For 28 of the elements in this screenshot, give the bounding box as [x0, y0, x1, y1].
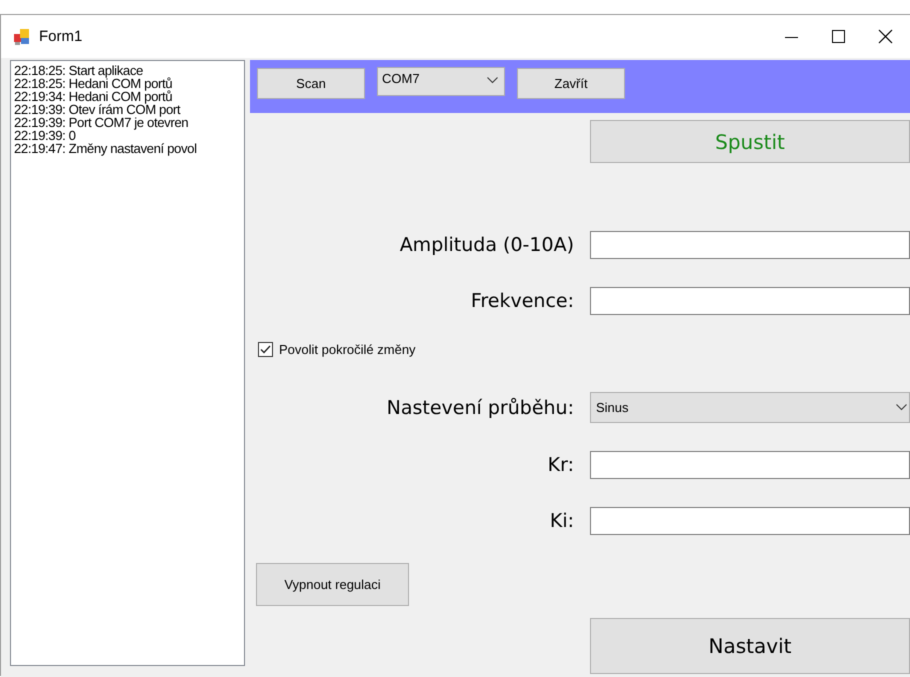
port-select[interactable]: COM7	[377, 67, 505, 96]
chevron-down-icon	[487, 77, 498, 84]
input-field[interactable]	[590, 287, 910, 315]
input-field[interactable]	[590, 231, 910, 259]
log-line: 22:19:39: Port COM7 je otevren	[14, 116, 190, 129]
checkbox[interactable]	[258, 342, 273, 357]
app-icon	[13, 28, 31, 46]
log-line: 22:19:39: 0	[14, 129, 77, 142]
log-line: 22:19:47: Změny nastavení povol	[14, 142, 198, 155]
regulation-off-button[interactable]: Vypnout regulaci	[256, 563, 409, 606]
field-label: Amplituda (0-10A)	[400, 234, 574, 256]
log-line: 22:18:25: Start aplikace	[14, 64, 144, 77]
chevron-down-icon	[896, 404, 907, 411]
log-line: 22:18:25: Hedani COM portů	[14, 77, 174, 90]
close-port-button[interactable]: Zavřít	[517, 68, 625, 99]
window-title: Form1	[39, 28, 84, 45]
input-field[interactable]	[590, 507, 910, 535]
apply-button[interactable]: Nastavit	[590, 618, 910, 674]
input-field[interactable]	[590, 451, 910, 479]
field-label: Nastevení průběhu:	[386, 396, 574, 418]
field-label: Ki:	[550, 510, 574, 532]
checkbox-label: Povolit pokročilé změny	[279, 342, 416, 357]
waveform-select[interactable]: Sinus	[590, 392, 910, 423]
field-label: Kr:	[548, 454, 574, 476]
log-line: 22:19:39: Otev írám COM port	[14, 103, 182, 116]
scan-button[interactable]: Scan	[257, 68, 365, 99]
log-line: 22:19:34: Hedani COM portů	[14, 90, 174, 103]
field-label: Frekvence:	[470, 290, 574, 312]
